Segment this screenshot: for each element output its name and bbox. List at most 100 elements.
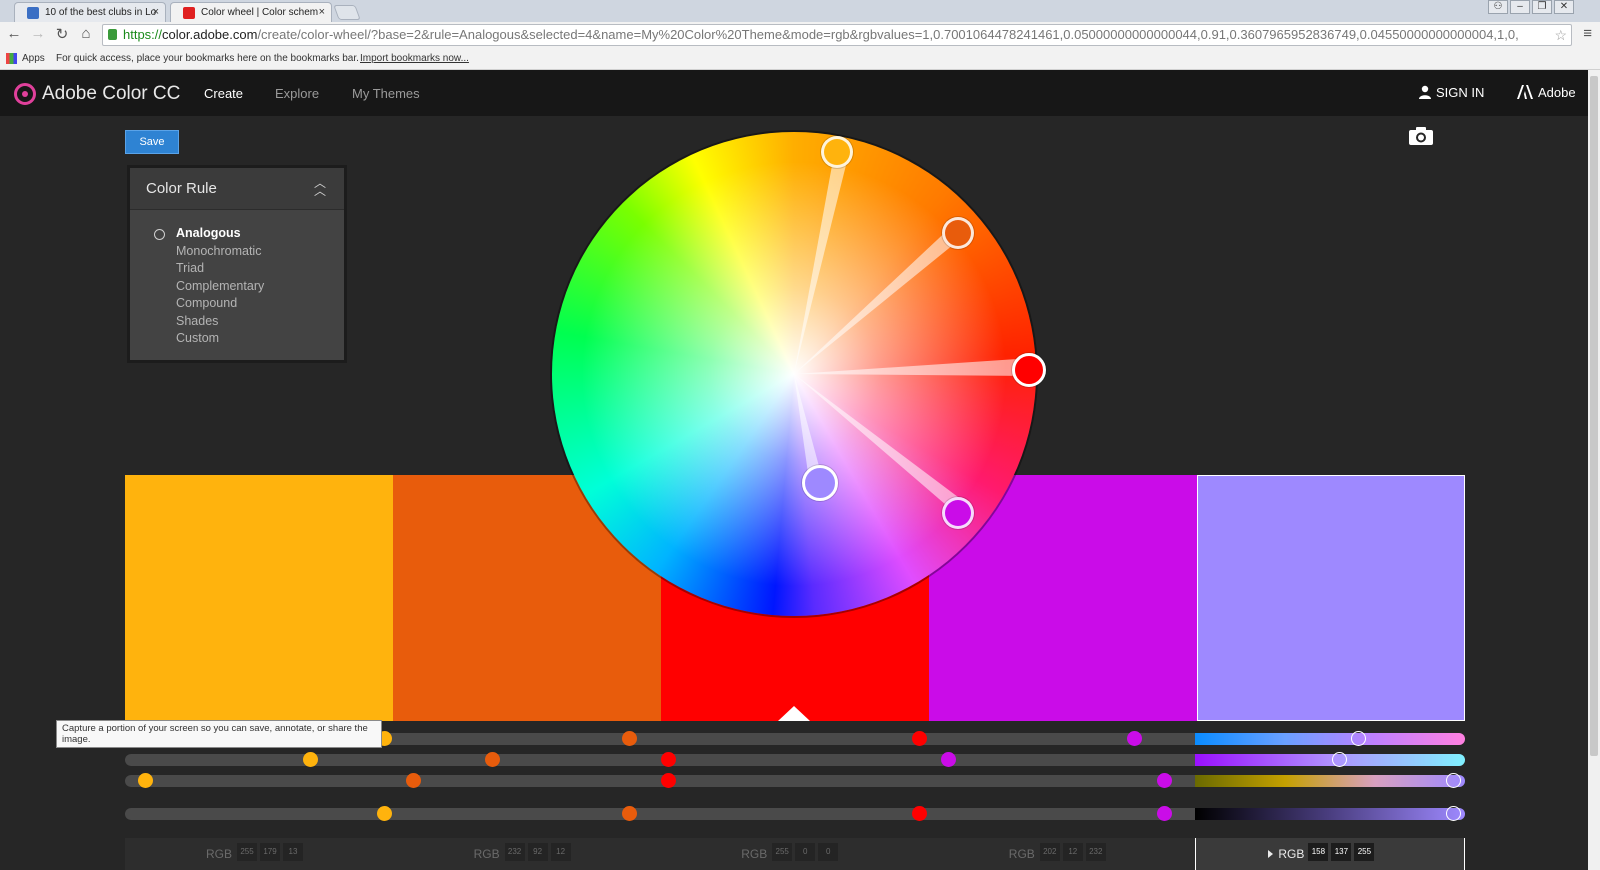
close-window-icon[interactable]: ✕ (1554, 0, 1574, 14)
slider-dot[interactable] (303, 752, 318, 767)
rgb-cell[interactable]: RGB 202 12 232 (928, 838, 1196, 870)
red-value[interactable]: 255 (772, 843, 793, 861)
slider-dot[interactable] (912, 731, 927, 746)
slider-dot[interactable] (485, 752, 500, 767)
rgb-cell[interactable]: RGB 255 0 0 (660, 838, 928, 870)
slider-dot[interactable] (912, 806, 927, 821)
nav-create[interactable]: Create (204, 86, 243, 101)
browser-tab-clubs[interactable]: 10 of the best clubs in Lo × (14, 2, 166, 22)
slider-dot[interactable] (1157, 806, 1172, 821)
slider-dot[interactable] (622, 731, 637, 746)
color-swatch[interactable] (1197, 475, 1465, 721)
wheel-handle[interactable] (942, 497, 974, 529)
mode-label[interactable]: RGB (1278, 847, 1304, 861)
apps-link[interactable]: Apps (22, 53, 45, 64)
rule-monochromatic[interactable]: Monochromatic (176, 244, 264, 262)
minimize-icon[interactable]: – (1510, 0, 1530, 14)
sign-in-link[interactable]: SIGN IN (1436, 85, 1484, 100)
browser-tab-color-wheel[interactable]: Color wheel | Color schem × (170, 2, 332, 22)
color-wheel[interactable] (552, 132, 1046, 616)
browser-toolbar: ← → ↻ ⌂ https://color.adobe.com/create/c… (0, 22, 1600, 48)
red-value[interactable]: 202 (1039, 843, 1060, 861)
slider-gradient (1195, 754, 1465, 766)
bookmark-star-icon[interactable]: ☆ (1554, 25, 1567, 45)
camera-icon[interactable] (1408, 126, 1434, 146)
mode-label: RGB (473, 847, 500, 861)
slider-knob[interactable] (1446, 773, 1461, 788)
nav-my-themes[interactable]: My Themes (352, 86, 420, 101)
green-value[interactable]: 137 (1331, 843, 1352, 861)
adobe-link[interactable]: Adobe (1538, 85, 1576, 100)
import-bookmarks-link[interactable]: Import bookmarks now... (360, 53, 469, 64)
blue-value[interactable]: 255 (1354, 843, 1375, 861)
wheel-handle[interactable] (942, 217, 974, 249)
slider-knob[interactable] (1446, 806, 1461, 821)
forward-icon[interactable]: → (28, 25, 48, 42)
green-value[interactable]: 179 (260, 843, 280, 861)
slider-track-r[interactable] (125, 754, 1465, 766)
wheel-handle-base[interactable] (1012, 353, 1046, 387)
red-value[interactable]: 232 (504, 843, 525, 861)
rule-complementary[interactable]: Complementary (176, 279, 264, 297)
slider-knob[interactable] (1332, 752, 1347, 767)
rule-analogous[interactable]: Analogous (176, 226, 264, 244)
slider-dot[interactable] (661, 773, 676, 788)
rgb-cell[interactable]: RGB 255 179 13 (125, 838, 393, 870)
blue-value[interactable]: 232 (1085, 843, 1106, 861)
scrollbar-thumb[interactable] (1590, 76, 1598, 756)
home-icon[interactable]: ⌂ (76, 25, 96, 42)
wheel-handle[interactable] (821, 136, 853, 168)
blue-value[interactable]: 12 (550, 843, 571, 861)
reload-icon[interactable]: ↻ (52, 25, 72, 43)
close-tab-icon[interactable]: × (153, 6, 159, 18)
rule-custom[interactable]: Custom (176, 331, 264, 349)
rgb-cell-selected[interactable]: RGB 158 137 255 (1195, 838, 1465, 870)
wheel-handle-selected[interactable] (802, 465, 838, 501)
adobe-icon[interactable] (1517, 85, 1533, 99)
slider-dot[interactable] (622, 806, 637, 821)
new-tab-button[interactable] (333, 5, 361, 20)
rule-triad[interactable]: Triad (176, 261, 264, 279)
nav-explore[interactable]: Explore (275, 86, 319, 101)
slider-dot[interactable] (1157, 773, 1172, 788)
chevron-up-icon[interactable]: ︿ ︿ (314, 177, 326, 197)
red-value[interactable]: 158 (1308, 843, 1329, 861)
rgb-cell[interactable]: RGB 232 92 12 (393, 838, 661, 870)
save-button[interactable]: Save (125, 130, 179, 154)
blue-value[interactable]: 0 (818, 843, 839, 861)
back-icon[interactable]: ← (4, 25, 24, 42)
radio-icon[interactable] (154, 229, 165, 240)
tab-label: 10 of the best clubs in Lo (45, 7, 157, 18)
mode-label: RGB (741, 847, 768, 861)
adobe-color-logo-icon[interactable] (14, 83, 36, 105)
slider-dot[interactable] (138, 773, 153, 788)
slider-dot[interactable] (377, 806, 392, 821)
address-bar[interactable]: https://color.adobe.com/create/color-whe… (102, 24, 1572, 46)
slider-knob[interactable] (1351, 731, 1366, 746)
color-rule-header[interactable]: Color Rule ︿ ︿ (130, 168, 344, 210)
brand-title[interactable]: Adobe Color CC (42, 83, 180, 105)
green-value[interactable]: 92 (527, 843, 548, 861)
rule-shades[interactable]: Shades (176, 314, 264, 332)
browser-menu-icon[interactable]: ≡ (1583, 25, 1592, 42)
profile-icon[interactable]: ⚇ (1488, 0, 1508, 14)
close-tab-icon[interactable]: × (319, 6, 325, 18)
color-swatch[interactable] (125, 475, 393, 721)
slider-track-brightness[interactable] (125, 808, 1465, 820)
page-scrollbar[interactable] (1588, 70, 1600, 870)
apps-icon[interactable] (6, 53, 17, 64)
blue-value[interactable]: 13 (283, 843, 303, 861)
slider-dot[interactable] (661, 752, 676, 767)
triangle-right-icon[interactable] (1268, 850, 1274, 858)
slider-track-g[interactable] (125, 775, 1465, 787)
green-value[interactable]: 0 (795, 843, 816, 861)
slider-dot[interactable] (1127, 731, 1142, 746)
rule-compound[interactable]: Compound (176, 296, 264, 314)
red-value[interactable]: 255 (237, 843, 257, 861)
wheel-spokes (794, 149, 1031, 517)
maximize-icon[interactable]: ❐ (1532, 0, 1552, 14)
slider-dot[interactable] (406, 773, 421, 788)
slider-dot[interactable] (941, 752, 956, 767)
user-icon[interactable] (1418, 85, 1432, 99)
green-value[interactable]: 12 (1062, 843, 1083, 861)
